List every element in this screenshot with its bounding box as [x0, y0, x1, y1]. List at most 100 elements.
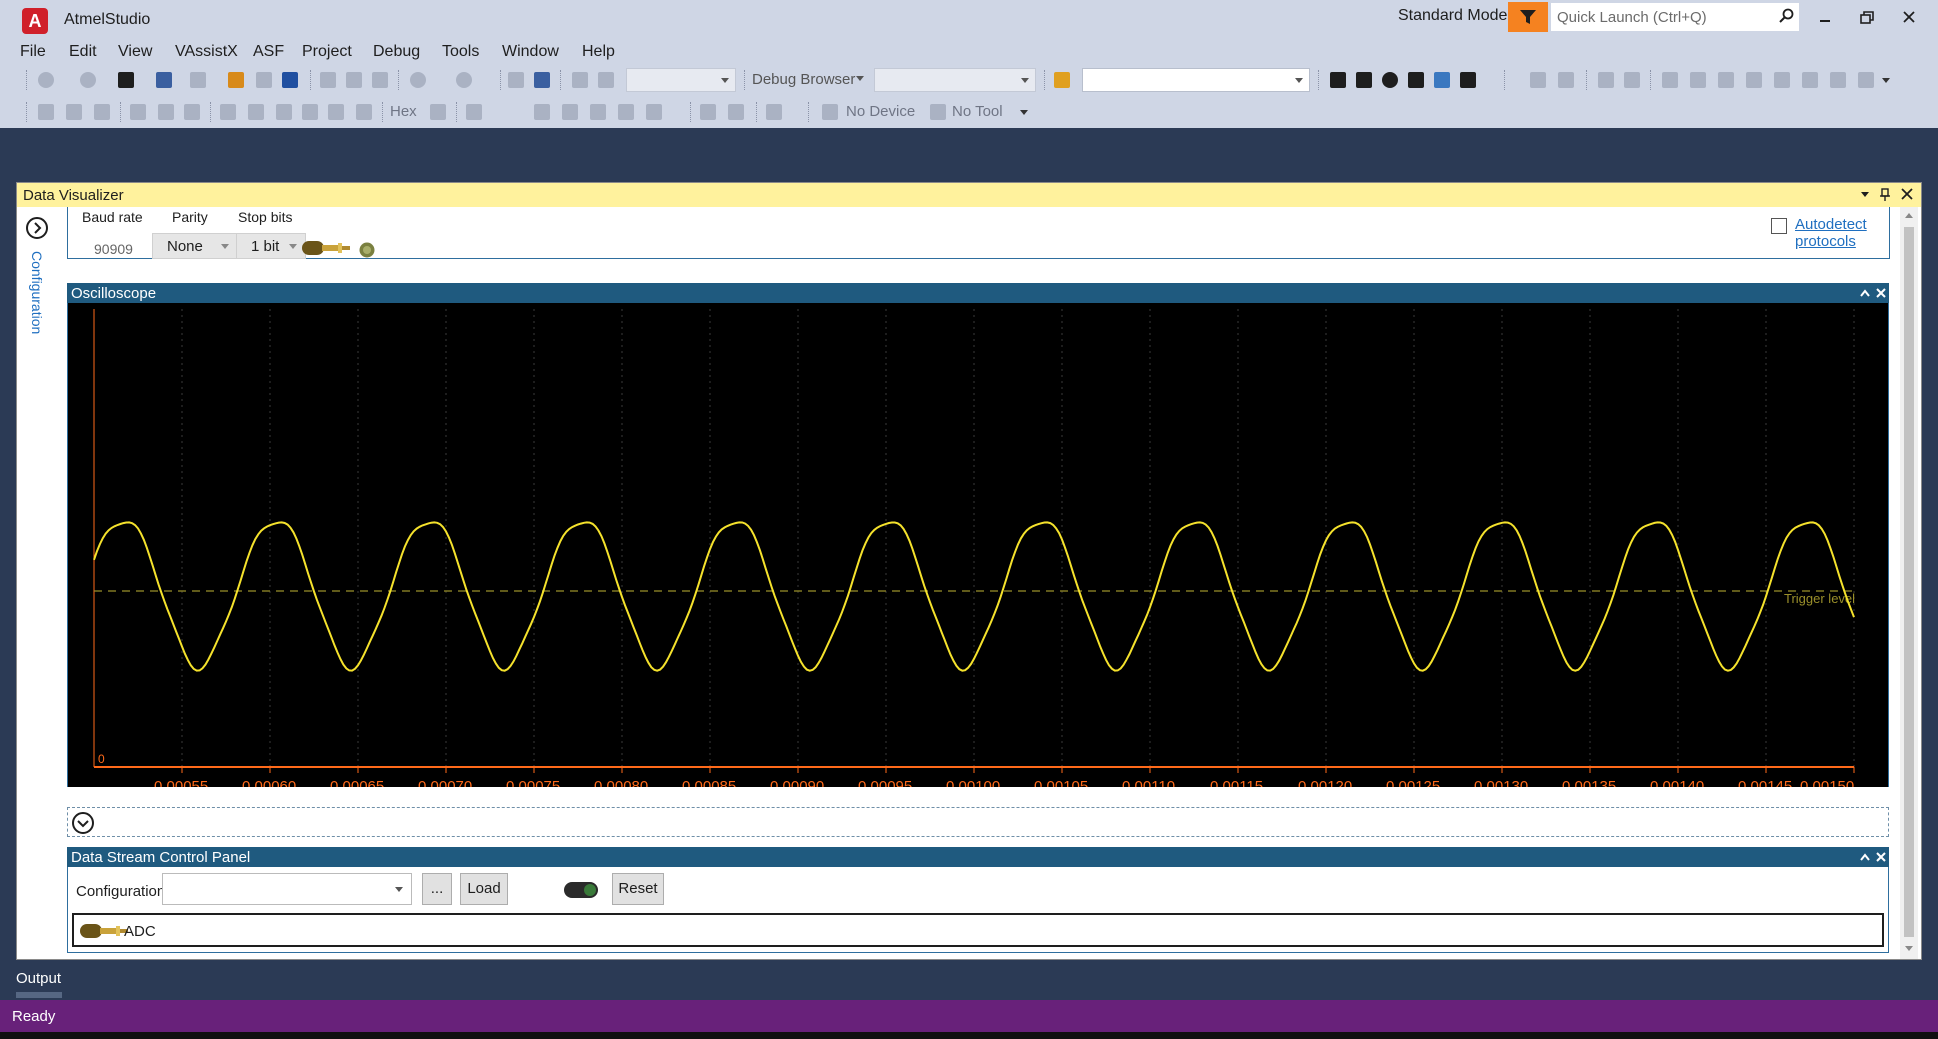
no-tool-label[interactable]: No Tool — [952, 103, 1003, 120]
step-over-icon[interactable] — [276, 104, 292, 120]
add-item-icon[interactable] — [156, 72, 172, 88]
stop-bits-select[interactable]: 1 bit — [236, 233, 306, 259]
show-next-statement-icon[interactable] — [130, 104, 146, 120]
chevron-down-icon[interactable] — [72, 812, 94, 834]
no-device-label[interactable]: No Device — [846, 103, 915, 120]
call-stack-icon[interactable] — [766, 104, 782, 120]
extensions-icon[interactable] — [1434, 72, 1450, 88]
step-icon[interactable] — [66, 104, 82, 120]
menu-file[interactable]: File — [20, 43, 46, 61]
window-options-icon[interactable] — [1859, 188, 1871, 200]
menu-debug[interactable]: Debug — [373, 43, 420, 61]
close-module-icon[interactable] — [1875, 287, 1887, 299]
chevron-down-icon[interactable] — [856, 76, 864, 81]
menu-window[interactable]: Window — [502, 43, 559, 61]
restore-button[interactable] — [1852, 6, 1882, 30]
browse-button[interactable]: ... — [422, 873, 452, 905]
menu-asf[interactable]: ASF — [253, 43, 284, 61]
collapse-icon[interactable] — [1859, 852, 1871, 862]
step-out-icon[interactable] — [302, 104, 318, 120]
reset-button[interactable]: Reset — [612, 873, 664, 905]
component-icon[interactable] — [1408, 72, 1424, 88]
toolbar-overflow-icon[interactable] — [1882, 78, 1890, 83]
find-icon[interactable] — [534, 72, 550, 88]
registers-icon[interactable] — [562, 104, 578, 120]
menu-project[interactable]: Project — [302, 43, 352, 61]
uncomment-icon[interactable] — [1624, 72, 1640, 88]
configuration-side-tab[interactable]: Configuration — [21, 217, 53, 517]
baud-rate-value[interactable]: 90909 — [94, 241, 133, 257]
menu-edit[interactable]: Edit — [69, 43, 97, 61]
configuration-tab-label[interactable]: Configuration — [29, 251, 45, 334]
scroll-up-icon[interactable] — [1904, 211, 1914, 219]
load-button[interactable]: Load — [460, 873, 508, 905]
toolbar-overflow-icon[interactable] — [1020, 110, 1028, 115]
notification-filter-button[interactable] — [1508, 2, 1548, 32]
find-in-files-icon[interactable] — [1054, 72, 1070, 88]
debug-browser-label[interactable]: Debug Browser — [752, 71, 855, 88]
locals-icon[interactable] — [700, 104, 716, 120]
scrollbar-thumb[interactable] — [1904, 227, 1914, 937]
processor-view-icon[interactable] — [646, 104, 662, 120]
bookmark-icon[interactable] — [1662, 72, 1678, 88]
vertical-scrollbar[interactable] — [1900, 207, 1918, 959]
build-config-combo[interactable] — [626, 68, 736, 92]
output-tab[interactable]: Output — [16, 970, 61, 987]
search-icon[interactable] — [1778, 8, 1794, 24]
serial-connector-plug-icon[interactable] — [300, 237, 352, 259]
collapse-icon[interactable] — [1859, 288, 1871, 298]
navigate-forward-icon[interactable] — [80, 72, 96, 88]
disassembly-icon[interactable] — [534, 104, 550, 120]
save-icon[interactable] — [256, 72, 272, 88]
menu-help[interactable]: Help — [582, 43, 615, 61]
close-module-icon[interactable] — [1875, 851, 1887, 863]
prev-bookmark-folder-icon[interactable] — [1746, 72, 1762, 88]
indent-icon[interactable] — [1530, 72, 1546, 88]
memory-icon[interactable] — [590, 104, 606, 120]
close-window-button[interactable] — [1894, 6, 1924, 30]
options-wrench-icon[interactable] — [1356, 72, 1372, 88]
watch-icon[interactable] — [430, 104, 446, 120]
parity-select[interactable]: None — [152, 233, 238, 259]
connect-toggle-icon[interactable] — [562, 879, 600, 901]
next-bookmark-icon[interactable] — [1718, 72, 1734, 88]
start-without-debugging-icon[interactable] — [598, 72, 614, 88]
debug-browser-combo[interactable] — [874, 68, 1036, 92]
paste-icon[interactable] — [372, 72, 388, 88]
start-debugging-icon[interactable] — [572, 72, 588, 88]
atmel-gallery-icon[interactable] — [1382, 72, 1398, 88]
run-icon[interactable] — [184, 104, 200, 120]
breakpoints-window-icon[interactable] — [466, 104, 482, 120]
reset-icon[interactable] — [220, 104, 236, 120]
outdent-icon[interactable] — [1558, 72, 1574, 88]
hex-toggle[interactable]: Hex — [390, 103, 417, 120]
cut-icon[interactable] — [320, 72, 336, 88]
adc-source-row[interactable]: ADC — [72, 913, 1884, 947]
navigate-back-icon[interactable] — [38, 72, 54, 88]
menu-view[interactable]: View — [118, 43, 152, 61]
autodetect-checkbox[interactable] — [1771, 218, 1787, 234]
oscilloscope-plot[interactable]: Trigger level 0 0.00055 0.00060 0.00065 0.0… — [67, 303, 1889, 795]
next-bookmark-doc-icon[interactable] — [1830, 72, 1846, 88]
minimize-button[interactable] — [1810, 6, 1840, 30]
step-into-icon[interactable] — [248, 104, 264, 120]
terminal-icon[interactable] — [1460, 72, 1476, 88]
io-view-icon[interactable] — [618, 104, 634, 120]
pin-icon[interactable] — [1879, 188, 1891, 202]
clear-bookmarks-icon[interactable] — [1858, 72, 1874, 88]
menu-tools[interactable]: Tools — [442, 43, 479, 61]
solution-explorer-icon[interactable] — [508, 72, 524, 88]
chevron-right-icon[interactable] — [26, 217, 48, 239]
autos-icon[interactable] — [728, 104, 744, 120]
set-next-statement-icon[interactable] — [356, 104, 372, 120]
open-folder-icon[interactable] — [228, 72, 244, 88]
continue-icon[interactable] — [38, 104, 54, 120]
next-bookmark-folder-icon[interactable] — [1774, 72, 1790, 88]
oscilloscope-canvas[interactable]: Trigger level 0 0.00055 0.00060 0.00065 0.0… — [68, 303, 1888, 795]
oscilloscope-controls-expander[interactable] — [67, 807, 1889, 837]
comment-icon[interactable] — [1598, 72, 1614, 88]
stop-debugging-icon[interactable] — [94, 104, 110, 120]
new-project-icon[interactable] — [118, 72, 134, 88]
source-plug-icon[interactable] — [78, 920, 130, 942]
stream-configuration-select[interactable] — [162, 873, 412, 905]
